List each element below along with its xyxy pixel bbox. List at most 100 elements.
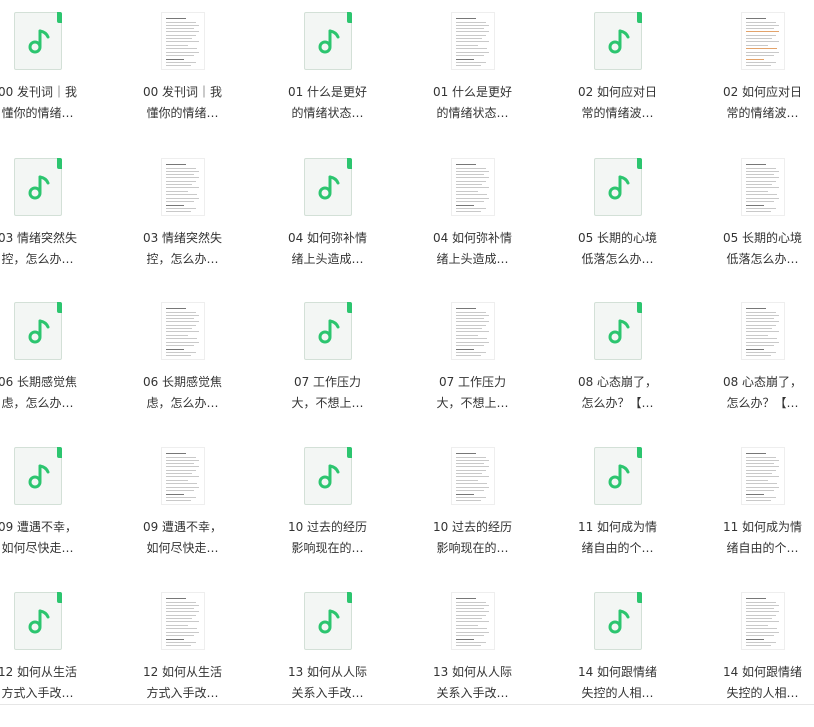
file-name-label: 09 遭遇不幸， 如何尽快走… [0, 520, 78, 555]
document-file-item[interactable]: 11 如何成为情 绪自由的个… [690, 437, 814, 582]
file-name-label: 06 长期感觉焦 虑，怎么办… [0, 375, 78, 410]
document-thumbnail-icon [450, 447, 495, 505]
document-thumbnail-icon [450, 592, 495, 650]
file-name-label: 00 发刊词｜我 懂你的情绪… [0, 85, 78, 120]
document-file-item[interactable]: 10 过去的经历 影响现在的… [400, 437, 545, 582]
audio-file-icon [593, 158, 642, 216]
document-thumbnail-icon [450, 158, 495, 216]
audio-file-item[interactable]: 07 工作压力 大，不想上… [255, 292, 400, 437]
music-note-icon [318, 464, 339, 489]
file-name-label: 03 情绪突然失 控，怎么办… [142, 231, 223, 266]
file-name-label: 01 什么是更好 的情绪状态… [287, 85, 368, 120]
file-name-label: 13 如何从人际 关系入手改… [432, 665, 513, 700]
file-name-label: 11 如何成为情 绪自由的个… [722, 520, 803, 555]
music-note-icon [318, 319, 339, 344]
file-name-label: 14 如何跟情绪 失控的人相… [722, 665, 803, 700]
document-file-item[interactable]: 02 如何应对日 常的情绪波… [690, 2, 814, 147]
audio-file-icon [13, 592, 62, 650]
file-grid: 00 发刊词｜我 懂你的情绪… 00 发刊词｜我 懂你的情绪… 01 什么是更好 的… [0, 0, 814, 707]
file-name-label: 12 如何从生活 方式入手改… [0, 665, 78, 700]
document-file-item[interactable]: 03 情绪突然失 控，怎么办… [110, 148, 255, 293]
audio-file-icon [593, 447, 642, 505]
file-name-label: 05 长期的心境 低落怎么办… [577, 231, 658, 266]
document-thumbnail-icon [450, 12, 495, 70]
audio-file-icon [13, 12, 62, 70]
file-name-label: 10 过去的经历 影响现在的… [432, 520, 513, 555]
music-note-icon [28, 609, 49, 634]
audio-file-item[interactable]: 02 如何应对日 常的情绪波… [545, 2, 690, 147]
document-thumbnail-icon [450, 302, 495, 360]
document-thumbnail-icon [160, 447, 205, 505]
music-note-icon [28, 319, 49, 344]
audio-file-item[interactable]: 00 发刊词｜我 懂你的情绪… [0, 2, 110, 147]
music-note-icon [608, 29, 629, 54]
file-name-label: 02 如何应对日 常的情绪波… [577, 85, 658, 120]
music-note-icon [318, 175, 339, 200]
file-name-label: 04 如何弥补情 绪上头造成… [287, 231, 368, 266]
audio-file-item[interactable]: 01 什么是更好 的情绪状态… [255, 2, 400, 147]
document-file-item[interactable]: 14 如何跟情绪 失控的人相… [690, 582, 814, 727]
audio-file-icon [303, 302, 352, 360]
document-file-item[interactable]: 08 心态崩了， 怎么办？【… [690, 292, 814, 437]
music-note-icon [608, 175, 629, 200]
music-note-icon [318, 29, 339, 54]
document-file-item[interactable]: 12 如何从生活 方式入手改… [110, 582, 255, 727]
document-file-item[interactable]: 09 遭遇不幸， 如何尽快走… [110, 437, 255, 582]
audio-file-item[interactable]: 03 情绪突然失 控，怎么办… [0, 148, 110, 293]
document-thumbnail-icon [740, 302, 785, 360]
audio-file-item[interactable]: 11 如何成为情 绪自由的个… [545, 437, 690, 582]
audio-file-item[interactable]: 12 如何从生活 方式入手改… [0, 582, 110, 727]
audio-file-icon [593, 592, 642, 650]
audio-file-icon [13, 447, 62, 505]
document-thumbnail-icon [740, 158, 785, 216]
file-name-label: 06 长期感觉焦 虑，怎么办… [142, 375, 223, 410]
audio-file-item[interactable]: 05 长期的心境 低落怎么办… [545, 148, 690, 293]
audio-file-icon [303, 158, 352, 216]
document-file-item[interactable]: 13 如何从人际 关系入手改… [400, 582, 545, 727]
file-name-label: 10 过去的经历 影响现在的… [287, 520, 368, 555]
document-thumbnail-icon [740, 12, 785, 70]
file-name-label: 13 如何从人际 关系入手改… [287, 665, 368, 700]
file-name-label: 12 如何从生活 方式入手改… [142, 665, 223, 700]
music-note-icon [608, 609, 629, 634]
file-name-label: 14 如何跟情绪 失控的人相… [577, 665, 658, 700]
document-file-item[interactable]: 06 长期感觉焦 虑，怎么办… [110, 292, 255, 437]
file-name-label: 08 心态崩了， 怎么办？【… [722, 375, 803, 410]
audio-file-item[interactable]: 06 长期感觉焦 虑，怎么办… [0, 292, 110, 437]
file-name-label: 08 心态崩了， 怎么办？【… [577, 375, 658, 410]
document-thumbnail-icon [160, 158, 205, 216]
file-name-label: 07 工作压力 大，不想上… [436, 375, 509, 410]
audio-file-item[interactable]: 09 遭遇不幸， 如何尽快走… [0, 437, 110, 582]
file-name-label: 07 工作压力 大，不想上… [291, 375, 364, 410]
document-file-item[interactable]: 07 工作压力 大，不想上… [400, 292, 545, 437]
document-thumbnail-icon [740, 447, 785, 505]
audio-file-item[interactable]: 14 如何跟情绪 失控的人相… [545, 582, 690, 727]
audio-file-icon [13, 158, 62, 216]
document-thumbnail-icon [160, 302, 205, 360]
document-file-item[interactable]: 05 长期的心境 低落怎么办… [690, 148, 814, 293]
document-file-item[interactable]: 00 发刊词｜我 懂你的情绪… [110, 2, 255, 147]
audio-file-item[interactable]: 13 如何从人际 关系入手改… [255, 582, 400, 727]
bottom-divider [0, 704, 814, 705]
audio-file-icon [593, 12, 642, 70]
music-note-icon [318, 609, 339, 634]
audio-file-icon [593, 302, 642, 360]
audio-file-item[interactable]: 04 如何弥补情 绪上头造成… [255, 148, 400, 293]
document-file-item[interactable]: 04 如何弥补情 绪上头造成… [400, 148, 545, 293]
file-name-label: 04 如何弥补情 绪上头造成… [432, 231, 513, 266]
file-name-label: 01 什么是更好 的情绪状态… [432, 85, 513, 120]
audio-file-item[interactable]: 10 过去的经历 影响现在的… [255, 437, 400, 582]
audio-file-item[interactable]: 08 心态崩了， 怎么办？【… [545, 292, 690, 437]
audio-file-icon [303, 12, 352, 70]
file-name-label: 03 情绪突然失 控，怎么办… [0, 231, 78, 266]
music-note-icon [608, 319, 629, 344]
document-thumbnail-icon [740, 592, 785, 650]
file-name-label: 11 如何成为情 绪自由的个… [577, 520, 658, 555]
document-file-item[interactable]: 01 什么是更好 的情绪状态… [400, 2, 545, 147]
file-name-label: 05 长期的心境 低落怎么办… [722, 231, 803, 266]
audio-file-icon [303, 447, 352, 505]
music-note-icon [28, 464, 49, 489]
file-name-label: 00 发刊词｜我 懂你的情绪… [142, 85, 223, 120]
audio-file-icon [303, 592, 352, 650]
document-thumbnail-icon [160, 12, 205, 70]
